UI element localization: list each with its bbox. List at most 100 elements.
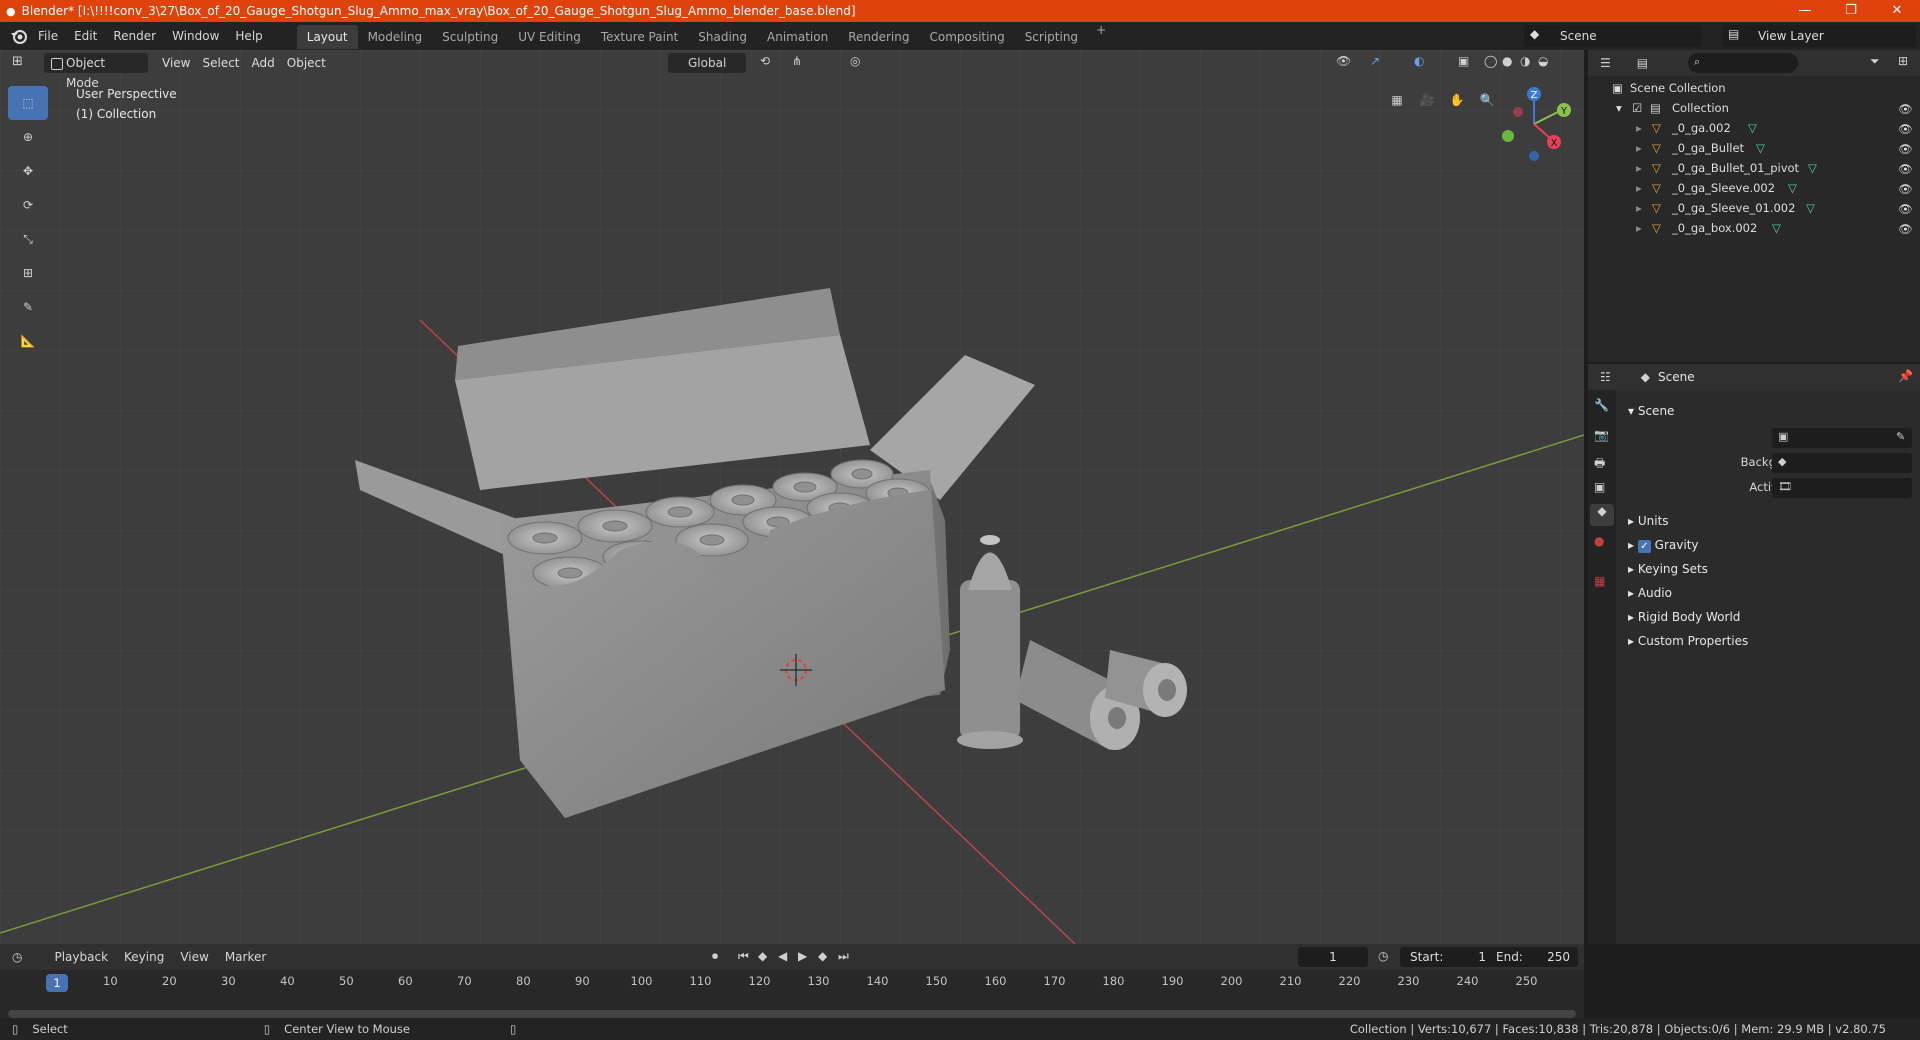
viewport-menu-add[interactable]: Add [246,53,281,73]
maximize-button[interactable]: ❐ [1828,0,1874,22]
select-box-tool[interactable]: ⬚ [8,86,48,120]
editor-type-icon[interactable]: ⊞ [12,54,23,69]
scene-selector[interactable]: ◆ Scene [1524,25,1702,47]
next-keyframe-icon[interactable]: ◆ [818,949,827,963]
expand-arrow-icon[interactable]: ▾ [1616,101,1622,115]
scene-panel-header[interactable]: ▾ Scene [1628,400,1674,422]
units-panel-header[interactable]: ▸ Units [1628,510,1669,532]
menu-window[interactable]: Window [164,22,227,50]
new-collection-icon[interactable]: ⊞ [1898,54,1908,68]
tab-layout[interactable]: Layout [296,25,358,49]
pivot-icon[interactable]: ⟲ [760,54,770,68]
pan-hand-icon[interactable]: ✋ [1442,88,1472,112]
xray-toggle-icon[interactable]: ▣ [1458,54,1469,68]
timeline-menu-view[interactable]: View [172,943,216,971]
timeline-menu-marker[interactable]: Marker [217,943,274,971]
visibility-icon[interactable]: 👁 [1336,54,1351,68]
eyedropper-icon[interactable]: ✎ [1896,430,1905,443]
eye-icon[interactable]: 👁 [1898,182,1913,196]
current-frame-indicator[interactable]: 1 [46,974,68,992]
gravity-checkbox[interactable]: ✓ [1637,540,1651,553]
eye-icon[interactable]: 👁 [1898,222,1913,236]
outliner-object-row[interactable]: ▸ ▽ _0_ga_Sleeve.002 ▽ 👁 [1588,178,1920,198]
tab-rendering[interactable]: Rendering [838,25,919,49]
viewport-menu-select[interactable]: Select [196,53,245,73]
eye-icon[interactable]: 👁 [1898,202,1913,216]
minimize-button[interactable]: — [1782,0,1828,22]
transform-tool[interactable]: ⊞ [8,256,48,290]
world-tab-icon[interactable]: ● [1594,534,1604,548]
eye-icon[interactable]: 👁 [1898,142,1913,156]
gizmo-toggle-icon[interactable]: ↗ [1370,54,1380,68]
current-frame-field[interactable]: 1 [1298,947,1368,967]
tab-modeling[interactable]: Modeling [358,25,433,49]
jump-start-icon[interactable]: ⏮ [738,949,749,964]
custom-properties-panel-header[interactable]: ▸ Custom Properties [1628,630,1748,652]
close-window-button[interactable]: ✕ [1874,0,1920,22]
outliner-object-row[interactable]: ▸ ▽ _0_ga.002 ▽ 👁 [1588,118,1920,138]
transform-orientation-dropdown[interactable]: Global [668,53,746,73]
end-frame-field[interactable]: End: 250 [1488,947,1578,967]
viewport-scene[interactable] [0,50,1584,944]
viewport-menu-object[interactable]: Object [281,53,332,73]
tab-sculpting[interactable]: Sculpting [432,25,508,49]
record-icon[interactable]: ⏺ [712,949,718,964]
timeline-menu-keying[interactable]: Keying [116,943,172,971]
camera-field[interactable]: ▣ ✎ [1772,428,1912,448]
outliner-search-input[interactable]: ⌕ [1688,53,1798,73]
rotate-tool[interactable]: ⟳ [8,188,48,222]
navigation-gizmo[interactable]: Z Y X [1494,84,1574,164]
menu-render[interactable]: Render [105,22,164,50]
proportional-edit-icon[interactable]: ◎ [850,54,860,68]
menu-help[interactable]: Help [227,22,270,50]
timeline-editor-icon[interactable]: ◷ [12,950,22,964]
scene-tab-icon[interactable]: ◆ [1590,504,1614,526]
object-mode-dropdown[interactable]: Object Mode [44,53,148,90]
cursor-tool[interactable]: ⊕ [8,120,48,154]
timeline-menu-playback[interactable]: Playback [46,943,116,971]
active-movie-clip-field[interactable]: 🎞 [1772,478,1912,498]
clock-icon[interactable]: ◷ [1378,949,1388,963]
toggle-camera-grid-icon[interactable]: ▦ [1382,88,1412,112]
background-scene-field[interactable]: ◆ [1772,453,1912,473]
expand-arrow-icon[interactable]: ▸ [1636,221,1642,235]
overlay-toggle-icon[interactable]: ◐ [1414,54,1424,68]
rigid-body-world-panel-header[interactable]: ▸ Rigid Body World [1628,606,1740,628]
play-icon[interactable]: ▶ [798,949,807,963]
view-layer-tab-icon[interactable]: ▣ [1594,480,1605,494]
annotate-tool[interactable]: ✎ [8,290,48,324]
menu-edit[interactable]: Edit [66,22,105,50]
tool-tab-icon[interactable]: 🔧 [1594,398,1609,412]
tab-shading[interactable]: Shading [688,25,757,49]
eye-icon[interactable]: 👁 [1898,162,1913,176]
outliner-object-row[interactable]: ▸ ▽ _0_ga_Sleeve_01.002 ▽ 👁 [1588,198,1920,218]
timeline-scrollbar[interactable] [8,1010,1576,1018]
audio-panel-header[interactable]: ▸ Audio [1628,582,1672,604]
outliner-editor-icon[interactable]: ☰ [1600,56,1611,70]
wireframe-shading-icon[interactable]: ◯ [1484,54,1497,68]
outliner-collection[interactable]: ▾ ☑ ▤ Collection 👁 [1588,98,1920,118]
add-workspace-button[interactable]: + [1088,23,1114,49]
eye-icon[interactable]: 👁 [1898,102,1913,116]
solid-shading-icon[interactable]: ● [1502,54,1512,68]
expand-arrow-icon[interactable]: ▸ [1636,121,1642,135]
texture-tab-icon[interactable]: ▦ [1594,574,1605,588]
tab-scripting[interactable]: Scripting [1015,25,1088,49]
keying-sets-panel-header[interactable]: ▸ Keying Sets [1628,558,1708,580]
outliner-scene-collection[interactable]: ▣ Scene Collection [1588,78,1920,98]
outliner-object-row[interactable]: ▸ ▽ _0_ga_Bullet_01_pivot ▽ 👁 [1588,158,1920,178]
rendered-shading-icon[interactable]: ◒ [1538,54,1548,68]
filter-icon[interactable]: ⏷ [1870,54,1880,69]
tab-texture-paint[interactable]: Texture Paint [591,25,688,49]
blender-logo-icon[interactable] [8,25,30,47]
measure-tool[interactable]: 📐 [8,324,48,358]
gravity-panel-header[interactable]: ▸ ✓ Gravity [1628,534,1699,556]
tab-compositing[interactable]: Compositing [919,25,1014,49]
outliner-object-row[interactable]: ▸ ▽ _0_ga_box.002 ▽ 👁 [1588,218,1920,238]
eye-icon[interactable]: 👁 [1898,122,1913,136]
expand-arrow-icon[interactable]: ▸ [1636,181,1642,195]
material-shading-icon[interactable]: ◑ [1520,54,1530,68]
expand-arrow-icon[interactable]: ▸ [1636,161,1642,175]
menu-file[interactable]: File [30,22,66,50]
render-tab-icon[interactable]: 📷 [1594,428,1609,442]
